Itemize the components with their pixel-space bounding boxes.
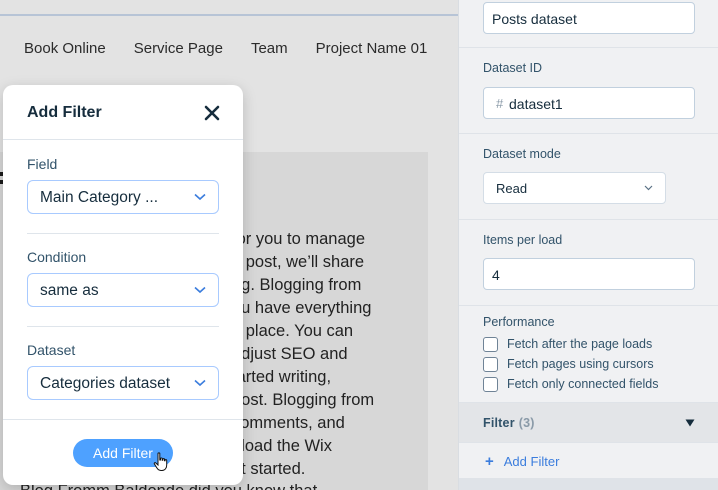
field-dropdown-value: Main Category ... — [40, 189, 159, 206]
dialog-title: Add Filter — [27, 104, 102, 121]
nav-item-project-name-01[interactable]: Project Name 01 — [316, 40, 428, 57]
condition-label: Condition — [27, 249, 87, 265]
body-line: g post, we’ll share — [232, 253, 365, 271]
body-line: post. Blogging from — [232, 391, 375, 409]
section-body-text: for you to manage g post, we’ll share og… — [232, 228, 432, 481]
items-per-load-input[interactable]: 4 — [483, 258, 695, 290]
chevron-down-icon — [194, 286, 206, 294]
dataset-mode-value: Read — [496, 181, 528, 196]
dataset-id-input[interactable]: # dataset1 — [483, 87, 695, 119]
dataset-name-input[interactable]: Posts dataset — [483, 2, 695, 34]
dataset-id-label: Dataset ID — [483, 61, 543, 75]
body-line: tarted writing, — [232, 368, 332, 386]
header-strip — [0, 14, 458, 16]
body-line: for you to manage — [232, 230, 365, 248]
body-line: adjust SEO and — [232, 345, 348, 363]
filter-count-badge: (3) — [518, 416, 535, 430]
field-label: Field — [27, 156, 58, 172]
dataset-mode-label: Dataset mode — [483, 147, 561, 161]
items-per-load-value: 4 — [492, 267, 500, 283]
checkbox[interactable] — [483, 356, 498, 372]
next-section-header — [459, 478, 718, 490]
condition-dropdown[interactable]: same as — [27, 273, 219, 307]
items-per-load-section: Items per load 4 — [459, 220, 718, 306]
dataset-dropdown-value: Categories dataset — [40, 375, 171, 392]
performance-section: Performance Fetch after the page loads F… — [459, 306, 718, 402]
section-divider — [27, 233, 219, 234]
checkbox[interactable] — [483, 336, 498, 352]
condition-dropdown-value: same as — [40, 282, 99, 299]
site-navigation: Book Online Service Page Team Project Na… — [24, 40, 427, 57]
performance-label: Performance — [483, 315, 555, 329]
filter-section-header[interactable]: Filter (3) — [459, 402, 718, 443]
dialog-header: Add Filter — [3, 85, 243, 140]
plus-icon: + — [485, 453, 494, 470]
hash-icon: # — [496, 96, 504, 111]
body-line: ou have everything — [232, 299, 372, 317]
items-per-load-label: Items per load — [483, 233, 563, 247]
dataset-id-section: Dataset ID # dataset1 — [459, 48, 718, 134]
nav-item-book-online[interactable]: Book Online — [24, 40, 106, 57]
performance-option-label: Fetch after the page loads — [507, 337, 653, 351]
dataset-label: Dataset — [27, 342, 76, 358]
chevron-down-icon — [644, 185, 653, 191]
dataset-settings-panel: Posts dataset Dataset ID # dataset1 Data… — [458, 0, 718, 490]
body-line: nload the Wix — [232, 437, 332, 455]
dataset-mode-dropdown[interactable]: Read — [483, 172, 666, 204]
dataset-id-value: dataset1 — [509, 96, 563, 112]
performance-option[interactable]: Fetch after the page loads — [483, 336, 652, 352]
filter-title: Filter (3) — [483, 416, 535, 430]
chevron-down-icon — [194, 193, 206, 201]
checkbox[interactable] — [483, 376, 498, 392]
nav-item-team[interactable]: Team — [251, 40, 288, 57]
close-icon[interactable] — [202, 103, 222, 123]
body-line: e place. You can — [232, 322, 354, 340]
performance-option[interactable]: Fetch pages using cursors — [483, 356, 654, 372]
dialog-footer-divider — [3, 419, 243, 420]
body-line: comments, and — [232, 414, 345, 432]
add-filter-link-label: Add Filter — [503, 454, 560, 469]
add-filter-link[interactable]: + Add Filter — [485, 453, 559, 470]
close-icon[interactable] — [202, 103, 222, 123]
triangle-down-icon[interactable] — [685, 419, 695, 427]
chevron-down-icon — [194, 379, 206, 387]
dataset-dropdown[interactable]: Categories dataset — [27, 366, 219, 400]
dataset-name-section: Posts dataset — [459, 0, 718, 48]
dataset-mode-section: Dataset mode Read — [459, 134, 718, 220]
hand-cursor-icon — [153, 452, 168, 471]
section-divider — [27, 326, 219, 327]
body-line: et started. — [232, 460, 306, 478]
filter-title-text: Filter — [483, 416, 515, 430]
performance-option[interactable]: Fetch only connected fields — [483, 376, 658, 392]
nav-item-service-page[interactable]: Service Page — [134, 40, 223, 57]
body-line: og. Blogging from — [232, 276, 362, 294]
field-dropdown[interactable]: Main Category ... — [27, 180, 219, 214]
dataset-name-value: Posts dataset — [492, 11, 577, 27]
performance-option-label: Fetch only connected fields — [507, 377, 659, 391]
performance-option-label: Fetch pages using cursors — [507, 357, 654, 371]
add-filter-dialog: Add Filter Field Main Category ... Condi… — [3, 85, 243, 485]
